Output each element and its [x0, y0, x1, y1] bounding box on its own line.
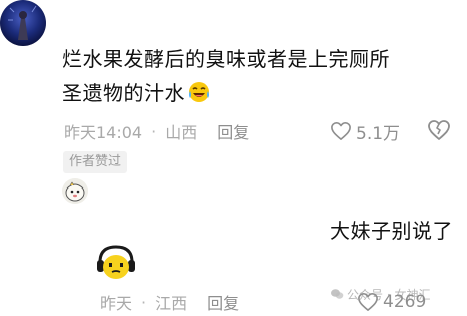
laughing-tears-emoji-icon — [187, 80, 211, 104]
meta-separator: · — [151, 121, 157, 141]
comment-thread: 烂水果发酵后的臭味或者是上完厕所 圣遗物的汁水 昨天14:04 · 山西 回复 … — [0, 0, 467, 316]
meta-separator: · — [141, 292, 147, 312]
user-avatar[interactable] — [0, 0, 46, 46]
comment-location: 山西 — [165, 123, 198, 142]
reply-time: 昨天 — [100, 294, 133, 313]
comment-text: 烂水果发酵后的臭味或者是上完厕所 圣遗物的汁水 — [62, 42, 462, 110]
reply-user-avatar[interactable] — [62, 178, 88, 204]
reply-text: 大妹子别说了 — [330, 219, 453, 243]
like-button[interactable]: 5.1万 — [330, 118, 400, 144]
comment-text-line-1: 烂水果发酵后的臭味或者是上完厕所 — [62, 47, 390, 71]
reply-like-count: 4269 — [383, 292, 427, 312]
comment-text-line-2-content: 圣遗物的汁水 — [62, 81, 185, 105]
reply-meta: 昨天 · 江西 回复 — [100, 290, 239, 314]
reply-author-avatar[interactable] — [96, 244, 136, 284]
broken-heart-icon[interactable] — [427, 119, 451, 143]
like-count: 5.1万 — [356, 123, 401, 144]
reply-button[interactable]: 回复 — [217, 119, 249, 143]
reply-like-button[interactable]: 4269 — [357, 290, 426, 314]
comment-meta: 昨天14:04 · 山西 回复 — [64, 118, 249, 144]
reply-location: 江西 — [155, 294, 188, 313]
heart-icon — [358, 293, 378, 311]
comment-time: 昨天14:04 — [64, 123, 143, 142]
author-liked-badge: 作者赞过 — [63, 151, 128, 173]
wechat-icon — [331, 289, 344, 299]
reply-reply-button[interactable]: 回复 — [207, 290, 239, 314]
heart-icon — [331, 122, 351, 140]
comment-text-line-2: 圣遗物的汁水 — [62, 76, 462, 110]
